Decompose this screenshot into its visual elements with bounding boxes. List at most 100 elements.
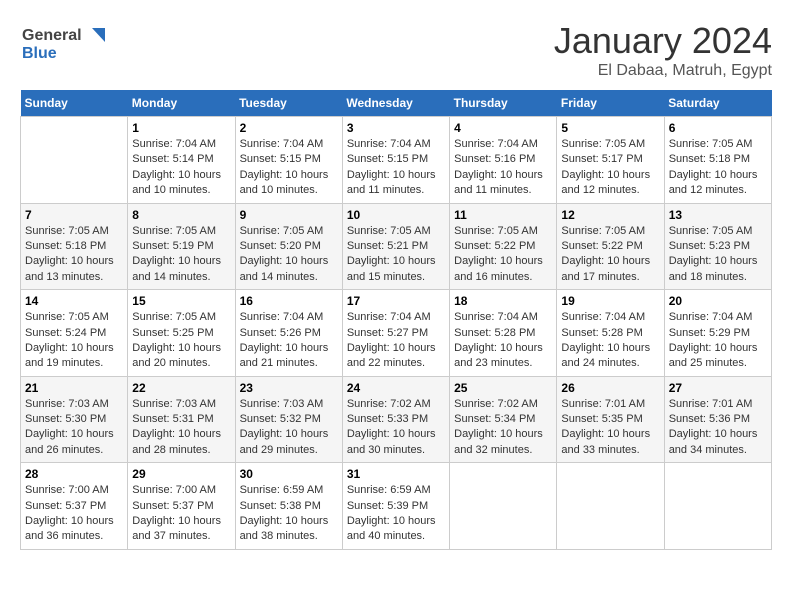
day-info: Sunrise: 6:59 AMSunset: 5:38 PMDaylight:… (240, 483, 338, 545)
day-info: Sunrise: 7:05 AMSunset: 5:18 PMDaylight:… (669, 137, 767, 199)
day-cell (21, 117, 128, 204)
weekday-header-thursday: Thursday (450, 90, 557, 117)
week-row-2: 7 Sunrise: 7:05 AMSunset: 5:18 PMDaylight… (21, 203, 772, 290)
day-number: 28 (25, 467, 123, 481)
day-number: 18 (454, 294, 552, 308)
day-number: 4 (454, 121, 552, 135)
day-cell: 29 Sunrise: 7:00 AMSunset: 5:37 PMDayligh… (128, 463, 235, 550)
day-cell: 25 Sunrise: 7:02 AMSunset: 5:34 PMDayligh… (450, 376, 557, 463)
day-cell: 4 Sunrise: 7:04 AMSunset: 5:16 PMDaylight… (450, 117, 557, 204)
week-row-1: 1 Sunrise: 7:04 AMSunset: 5:14 PMDaylight… (21, 117, 772, 204)
day-cell: 21Sunrise: 7:03 AMSunset: 5:30 PMDayligh… (21, 376, 128, 463)
calendar-table: SundayMondayTuesdayWednesdayThursdayFrid… (20, 90, 772, 550)
day-info: Sunrise: 7:03 AMSunset: 5:31 PMDaylight:… (132, 397, 230, 459)
day-cell: 10 Sunrise: 7:05 AMSunset: 5:21 PMDayligh… (342, 203, 449, 290)
svg-text:General: General (22, 27, 82, 44)
day-number: 22 (132, 381, 230, 395)
svg-text:Blue: Blue (22, 45, 57, 62)
weekday-header-friday: Friday (557, 90, 664, 117)
day-cell: 1 Sunrise: 7:04 AMSunset: 5:14 PMDaylight… (128, 117, 235, 204)
day-info: Sunrise: 7:05 AMSunset: 5:25 PMDaylight:… (132, 310, 230, 372)
day-cell: 6 Sunrise: 7:05 AMSunset: 5:18 PMDaylight… (664, 117, 771, 204)
day-info: Sunrise: 7:05 AMSunset: 5:22 PMDaylight:… (561, 224, 659, 286)
weekday-header-tuesday: Tuesday (235, 90, 342, 117)
day-info: Sunrise: 7:05 AMSunset: 5:21 PMDaylight:… (347, 224, 445, 286)
day-cell: 30 Sunrise: 6:59 AMSunset: 5:38 PMDayligh… (235, 463, 342, 550)
day-number: 12 (561, 208, 659, 222)
day-number: 17 (347, 294, 445, 308)
weekday-header-sunday: Sunday (21, 90, 128, 117)
day-cell: 23Sunrise: 7:03 AMSunset: 5:32 PMDayligh… (235, 376, 342, 463)
day-info: Sunrise: 7:00 AMSunset: 5:37 PMDaylight:… (25, 483, 123, 545)
weekday-header-wednesday: Wednesday (342, 90, 449, 117)
day-number: 30 (240, 467, 338, 481)
weekday-header-saturday: Saturday (664, 90, 771, 117)
location-title: El Dabaa, Matruh, Egypt (554, 62, 772, 80)
day-cell: 5Sunrise: 7:05 AMSunset: 5:17 PMDaylight… (557, 117, 664, 204)
day-cell: 14Sunrise: 7:05 AMSunset: 5:24 PMDayligh… (21, 290, 128, 377)
day-number: 6 (669, 121, 767, 135)
day-number: 11 (454, 208, 552, 222)
day-cell: 18 Sunrise: 7:04 AMSunset: 5:28 PMDayligh… (450, 290, 557, 377)
day-cell: 26 Sunrise: 7:01 AMSunset: 5:35 PMDayligh… (557, 376, 664, 463)
day-number: 19 (561, 294, 659, 308)
day-cell: 16 Sunrise: 7:04 AMSunset: 5:26 PMDayligh… (235, 290, 342, 377)
day-info: Sunrise: 7:02 AMSunset: 5:33 PMDaylight:… (347, 397, 445, 459)
day-cell: 31 Sunrise: 6:59 AMSunset: 5:39 PMDayligh… (342, 463, 449, 550)
day-info: Sunrise: 7:04 AMSunset: 5:28 PMDaylight:… (454, 310, 552, 372)
title-area: January 2024 El Dabaa, Matruh, Egypt (554, 20, 772, 80)
day-number: 10 (347, 208, 445, 222)
day-info: Sunrise: 7:04 AMSunset: 5:27 PMDaylight:… (347, 310, 445, 372)
day-info: Sunrise: 7:02 AMSunset: 5:34 PMDaylight:… (454, 397, 552, 459)
day-cell: 7 Sunrise: 7:05 AMSunset: 5:18 PMDaylight… (21, 203, 128, 290)
weekday-header-row: SundayMondayTuesdayWednesdayThursdayFrid… (21, 90, 772, 117)
day-info: Sunrise: 7:04 AMSunset: 5:28 PMDaylight:… (561, 310, 659, 372)
day-cell: 20Sunrise: 7:04 AMSunset: 5:29 PMDayligh… (664, 290, 771, 377)
day-info: Sunrise: 7:04 AMSunset: 5:14 PMDaylight:… (132, 137, 230, 199)
day-info: Sunrise: 7:03 AMSunset: 5:30 PMDaylight:… (25, 397, 123, 459)
logo: General Blue (20, 20, 130, 70)
month-title: January 2024 (554, 20, 772, 62)
day-cell: 19 Sunrise: 7:04 AMSunset: 5:28 PMDayligh… (557, 290, 664, 377)
day-number: 20 (669, 294, 767, 308)
day-number: 2 (240, 121, 338, 135)
day-cell: 22 Sunrise: 7:03 AMSunset: 5:31 PMDayligh… (128, 376, 235, 463)
day-number: 25 (454, 381, 552, 395)
day-info: Sunrise: 7:05 AMSunset: 5:17 PMDaylight:… (561, 137, 659, 199)
day-cell (557, 463, 664, 550)
day-cell: 8 Sunrise: 7:05 AMSunset: 5:19 PMDaylight… (128, 203, 235, 290)
day-info: Sunrise: 7:05 AMSunset: 5:19 PMDaylight:… (132, 224, 230, 286)
day-number: 16 (240, 294, 338, 308)
day-info: Sunrise: 7:05 AMSunset: 5:23 PMDaylight:… (669, 224, 767, 286)
day-info: Sunrise: 7:00 AMSunset: 5:37 PMDaylight:… (132, 483, 230, 545)
day-cell: 17 Sunrise: 7:04 AMSunset: 5:27 PMDayligh… (342, 290, 449, 377)
day-number: 7 (25, 208, 123, 222)
week-row-3: 14Sunrise: 7:05 AMSunset: 5:24 PMDayligh… (21, 290, 772, 377)
day-number: 26 (561, 381, 659, 395)
day-cell (664, 463, 771, 550)
day-number: 29 (132, 467, 230, 481)
day-info: Sunrise: 7:05 AMSunset: 5:22 PMDaylight:… (454, 224, 552, 286)
day-number: 13 (669, 208, 767, 222)
page-header: General Blue January 2024 El Dabaa, Matr… (20, 20, 772, 80)
day-info: Sunrise: 7:04 AMSunset: 5:26 PMDaylight:… (240, 310, 338, 372)
day-info: Sunrise: 6:59 AMSunset: 5:39 PMDaylight:… (347, 483, 445, 545)
day-cell: 12 Sunrise: 7:05 AMSunset: 5:22 PMDayligh… (557, 203, 664, 290)
day-number: 31 (347, 467, 445, 481)
week-row-4: 21Sunrise: 7:03 AMSunset: 5:30 PMDayligh… (21, 376, 772, 463)
day-number: 27 (669, 381, 767, 395)
day-cell: 3Sunrise: 7:04 AMSunset: 5:15 PMDaylight… (342, 117, 449, 204)
day-info: Sunrise: 7:04 AMSunset: 5:16 PMDaylight:… (454, 137, 552, 199)
day-cell: 2Sunrise: 7:04 AMSunset: 5:15 PMDaylight… (235, 117, 342, 204)
day-number: 1 (132, 121, 230, 135)
day-info: Sunrise: 7:01 AMSunset: 5:35 PMDaylight:… (561, 397, 659, 459)
weekday-header-monday: Monday (128, 90, 235, 117)
day-info: Sunrise: 7:05 AMSunset: 5:24 PMDaylight:… (25, 310, 123, 372)
logo-text: General Blue (20, 20, 130, 70)
day-cell (450, 463, 557, 550)
day-cell: 13 Sunrise: 7:05 AMSunset: 5:23 PMDayligh… (664, 203, 771, 290)
day-number: 9 (240, 208, 338, 222)
day-number: 8 (132, 208, 230, 222)
day-info: Sunrise: 7:05 AMSunset: 5:20 PMDaylight:… (240, 224, 338, 286)
day-info: Sunrise: 7:05 AMSunset: 5:18 PMDaylight:… (25, 224, 123, 286)
